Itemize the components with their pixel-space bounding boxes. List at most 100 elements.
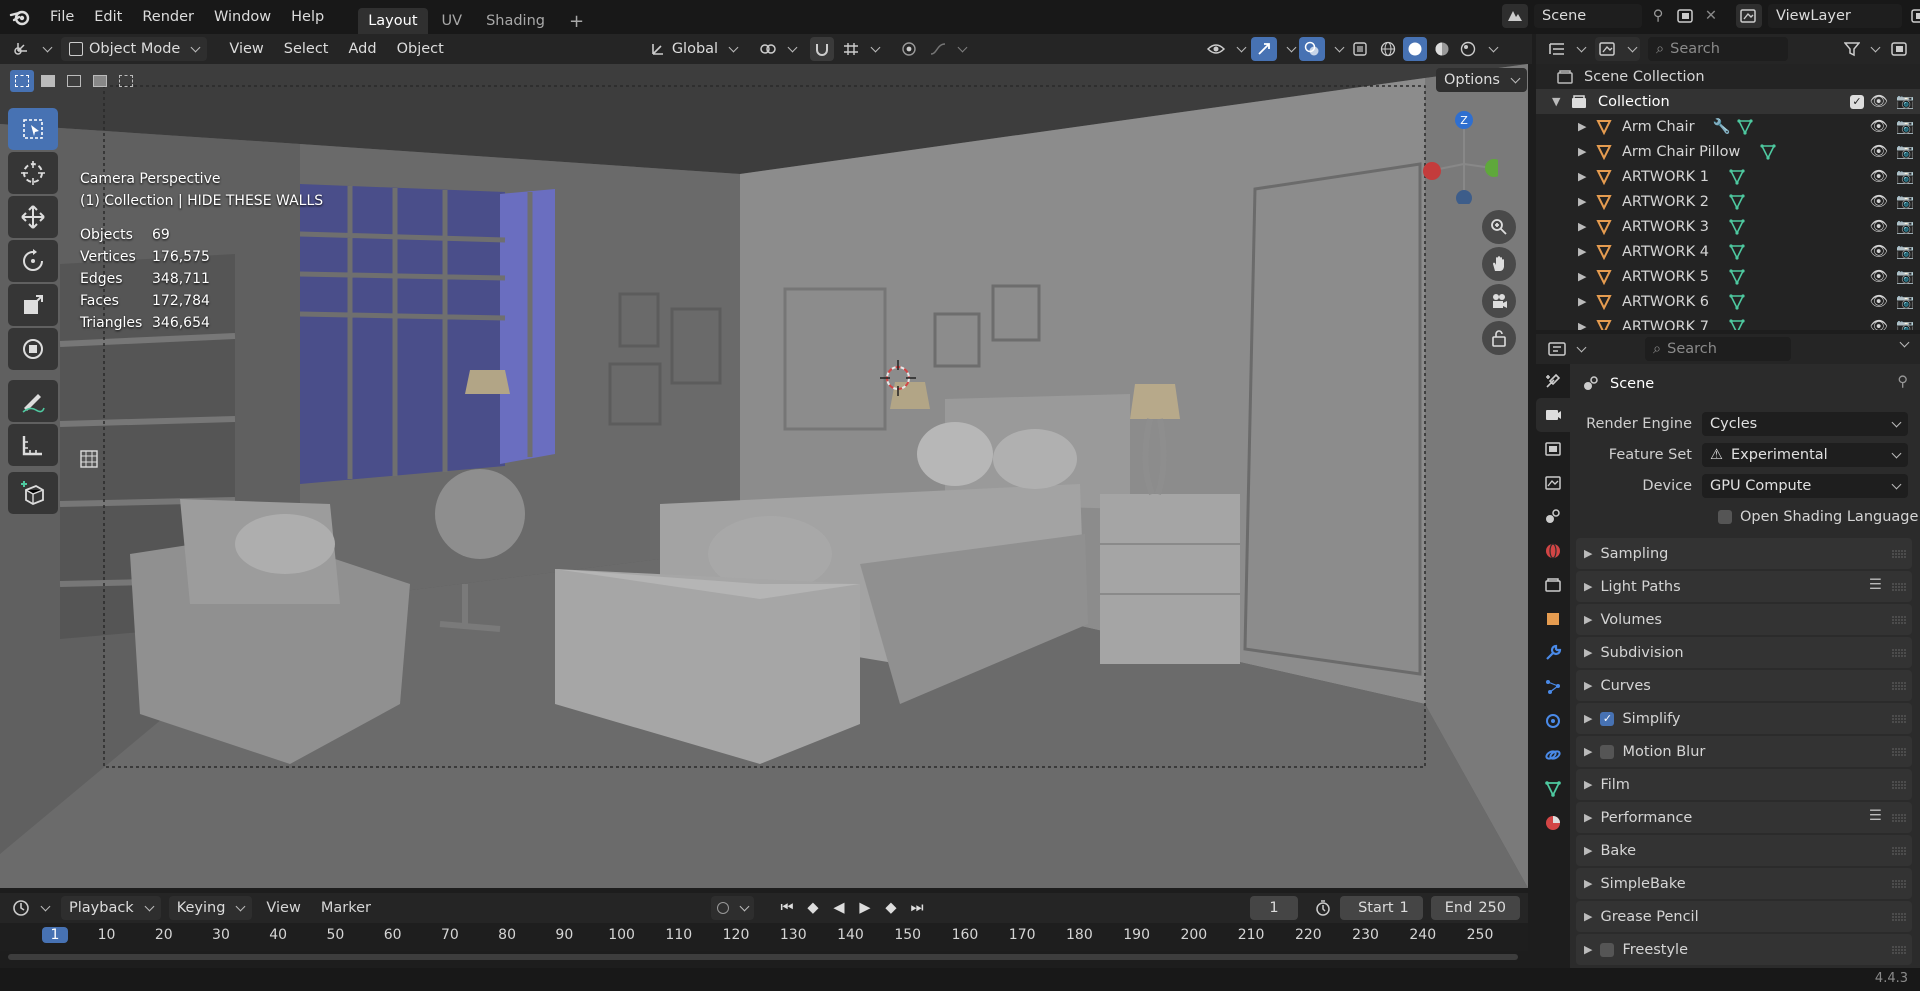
solid-shading-icon[interactable]: [1403, 37, 1427, 61]
scale-tool[interactable]: [8, 284, 58, 326]
3d-viewport[interactable]: Camera Perspective (1) Collection | HIDE…: [0, 64, 1528, 888]
camera-view-icon[interactable]: [1482, 284, 1516, 318]
new-view-layer-icon[interactable]: [1908, 9, 1920, 23]
add-workspace-icon[interactable]: +: [559, 8, 594, 34]
render-camera-icon[interactable]: 📷: [1896, 318, 1914, 330]
gizmo-toggle-icon[interactable]: [1251, 37, 1277, 61]
outliner-item[interactable]: ▶ ARTWORK 6 👁 📷: [1536, 289, 1920, 314]
mesh-data-icon[interactable]: [1729, 193, 1745, 210]
mesh-data-icon[interactable]: [1737, 118, 1753, 135]
drag-grip-icon[interactable]: [1892, 583, 1906, 591]
pin-context-icon[interactable]: ⚲: [1897, 374, 1908, 390]
jump-start-icon[interactable]: ⏮: [776, 900, 798, 916]
rotate-tool[interactable]: [8, 240, 58, 282]
delete-scene-icon[interactable]: ✕: [1702, 8, 1720, 24]
panel-motion-blur[interactable]: ▶ Motion Blur: [1576, 736, 1912, 767]
render-camera-icon[interactable]: 📷: [1896, 168, 1914, 185]
expand-chevron-icon[interactable]: ▶: [1578, 295, 1596, 308]
drag-grip-icon[interactable]: [1892, 682, 1906, 690]
pan-hand-icon[interactable]: [1482, 247, 1516, 281]
expand-chevron-icon[interactable]: ▶: [1578, 195, 1596, 208]
visibility-eye-icon[interactable]: 👁: [1870, 143, 1888, 160]
panel-light-paths[interactable]: ▶ Light Paths ☰: [1576, 571, 1912, 602]
drag-grip-icon[interactable]: [1892, 715, 1906, 723]
expand-chevron-icon[interactable]: ▶: [1578, 120, 1596, 133]
modifier-wrench-icon[interactable]: 🔧: [1713, 118, 1731, 135]
gizmo-options-icon[interactable]: [1281, 47, 1295, 51]
expand-chevron-icon[interactable]: ▶: [1578, 270, 1596, 283]
output-tab[interactable]: [1536, 432, 1570, 466]
mesh-data-icon[interactable]: [1729, 243, 1745, 260]
marker-menu[interactable]: Marker: [315, 900, 377, 916]
timeline-view-menu[interactable]: View: [260, 900, 306, 916]
drag-grip-icon[interactable]: [1892, 616, 1906, 624]
render-camera-icon[interactable]: 📷: [1896, 143, 1914, 160]
device-dropdown[interactable]: GPU Compute: [1702, 473, 1908, 498]
tab-layout[interactable]: Layout: [358, 8, 428, 34]
visibility-eye-icon[interactable]: 👁: [1870, 318, 1888, 330]
select-box-tool[interactable]: [8, 108, 58, 150]
tab-shading[interactable]: Shading: [476, 8, 555, 34]
drag-grip-icon[interactable]: [1892, 880, 1906, 888]
panel-enable-checkbox[interactable]: ✓: [1600, 711, 1615, 726]
outliner-item[interactable]: ▶ ARTWORK 3 👁 📷: [1536, 214, 1920, 239]
scene-tab[interactable]: [1536, 500, 1570, 534]
next-keyframe-icon[interactable]: ◆: [880, 900, 902, 916]
select-invert-icon[interactable]: [88, 70, 112, 92]
xray-toggle-icon[interactable]: [1347, 41, 1373, 57]
mesh-data-icon[interactable]: [1729, 318, 1745, 331]
render-tab[interactable]: [1536, 398, 1570, 432]
tool-tab[interactable]: [1536, 364, 1570, 398]
tab-uv[interactable]: UV: [432, 8, 473, 34]
object-tab[interactable]: [1536, 602, 1570, 636]
visibility-eye-icon[interactable]: 👁: [1870, 168, 1888, 185]
timeline-scrollbar[interactable]: [8, 954, 1518, 960]
end-frame-field[interactable]: End 250: [1430, 896, 1520, 920]
world-tab[interactable]: [1536, 534, 1570, 568]
menu-render[interactable]: Render: [132, 9, 204, 25]
overlay-toggle-icon[interactable]: [1299, 37, 1325, 61]
properties-search-field[interactable]: ⌕ Search: [1645, 337, 1791, 361]
mesh-data-icon[interactable]: [1760, 143, 1777, 160]
current-frame-field[interactable]: 1: [1249, 896, 1299, 920]
render-camera-icon[interactable]: 📷: [1896, 93, 1914, 110]
menu-help[interactable]: Help: [281, 9, 334, 25]
render-camera-icon[interactable]: 📷: [1896, 268, 1914, 285]
panel-enable-checkbox[interactable]: [1600, 744, 1615, 759]
select-subtract-icon[interactable]: [62, 70, 86, 92]
menu-object[interactable]: Object: [387, 41, 454, 57]
data-tab[interactable]: [1536, 772, 1570, 806]
outliner-search-field[interactable]: ⌕ Search: [1648, 37, 1788, 61]
outliner-item[interactable]: ▶ ARTWORK 5 👁 📷: [1536, 264, 1920, 289]
outliner-item[interactable]: ▶ ARTWORK 7 👁 📷: [1536, 314, 1920, 330]
preview-range-icon[interactable]: [1314, 899, 1332, 917]
options-button[interactable]: Options: [1436, 68, 1527, 92]
menu-select[interactable]: Select: [274, 41, 339, 57]
panel-subdivision[interactable]: ▶ Subdivision: [1576, 637, 1912, 668]
drag-grip-icon[interactable]: [1892, 550, 1906, 558]
visibility-eye-icon[interactable]: 👁: [1870, 218, 1888, 235]
snap-target-selector[interactable]: [840, 37, 881, 61]
panel-film[interactable]: ▶ Film: [1576, 769, 1912, 800]
view-layer-browse-button[interactable]: [1736, 4, 1762, 28]
modifier-tab[interactable]: [1536, 636, 1570, 670]
render-camera-icon[interactable]: 📷: [1896, 193, 1914, 210]
material-tab[interactable]: [1536, 806, 1570, 840]
drag-grip-icon[interactable]: [1892, 781, 1906, 789]
falloff-selector[interactable]: [927, 37, 968, 61]
drag-grip-icon[interactable]: [1892, 913, 1906, 921]
zoom-icon[interactable]: [1482, 210, 1516, 244]
render-camera-icon[interactable]: 📷: [1896, 293, 1914, 310]
timeline-ruler[interactable]: 1 10 20 30 40 50 60 70 80 90 100 110 120 130 140 150 160…: [0, 923, 1528, 960]
pin-icon[interactable]: ⚲: [1648, 8, 1668, 24]
select-new-icon[interactable]: [10, 70, 34, 92]
move-tool[interactable]: [8, 196, 58, 238]
prev-keyframe-icon[interactable]: ◆: [802, 900, 824, 916]
view-layer-tab[interactable]: [1536, 466, 1570, 500]
play-reverse-icon[interactable]: ◀: [828, 900, 850, 916]
shading-options-icon[interactable]: [1483, 47, 1497, 51]
panel-bake[interactable]: ▶ Bake: [1576, 835, 1912, 866]
visibility-eye-icon[interactable]: 👁: [1870, 268, 1888, 285]
menu-add[interactable]: Add: [339, 41, 387, 57]
expand-chevron-icon[interactable]: ▶: [1578, 320, 1596, 330]
